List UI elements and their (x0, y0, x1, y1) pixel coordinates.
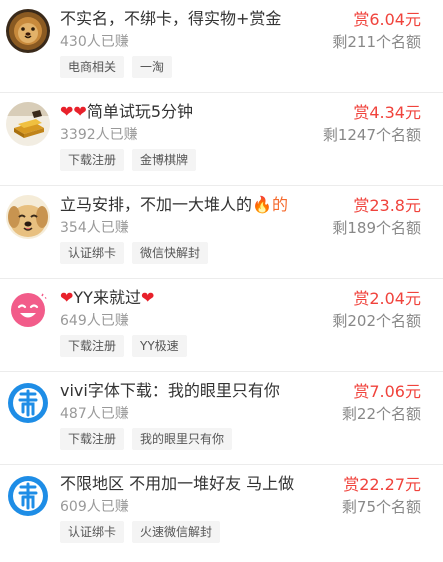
fire-icon: 🔥的 (252, 195, 288, 214)
earned-count: 430人已赚 (60, 34, 129, 50)
earned-count: 649人已赚 (60, 313, 129, 329)
task-title: ❤❤简单试玩5分钟 (60, 102, 193, 121)
earned-count: 3392人已赚 (60, 127, 138, 143)
bang-logo-avatar-icon (6, 474, 50, 518)
tag: 下载注册 (60, 428, 125, 450)
tag-list: 电商相关 一淘 (60, 56, 173, 78)
reward-amount: 赏22.27元 (343, 475, 421, 494)
remaining-slots: 剩202个名额 (332, 312, 421, 330)
heart-icon: ❤ (60, 288, 74, 307)
heart-icon: ❤❤ (60, 102, 87, 121)
tag-list: 下载注册 YY极速 (60, 335, 187, 357)
earned-count: 354人已赚 (60, 220, 129, 236)
task-title: vivi字体下载：我的眼里只有你 (60, 381, 280, 400)
bang-logo-avatar-icon (6, 381, 50, 425)
tag: 我的眼里只有你 (132, 428, 233, 450)
tag: 下载注册 (60, 149, 125, 171)
dog-avatar-icon (6, 195, 50, 239)
remaining-slots: 剩1247个名额 (322, 126, 421, 144)
tag: 认证绑卡 (60, 242, 125, 264)
task-list: 不实名，不绑卡，得实物+赏金 430人已赚 电商相关 一淘 赏6.04元 剩21… (0, 0, 443, 558)
task-title: 不限地区 不用加一堆好友 马上做 (60, 474, 295, 493)
tag: 一淘 (132, 56, 173, 78)
reward-amount: 赏23.8元 (353, 196, 421, 215)
task-item[interactable]: 不实名，不绑卡，得实物+赏金 430人已赚 电商相关 一淘 赏6.04元 剩21… (0, 0, 443, 93)
tag-list: 认证绑卡 火速微信解封 (60, 521, 221, 543)
tag: 微信快解封 (132, 242, 209, 264)
tag-list: 下载注册 我的眼里只有你 (60, 428, 233, 450)
tag: 金博棋牌 (132, 149, 197, 171)
task-title: 立马安排，不加一大堆人的🔥的 (60, 195, 288, 214)
task-item[interactable]: ❤YY来就过❤ 649人已赚 下载注册 YY极速 赏2.04元 剩202个名额 (0, 279, 443, 372)
task-item[interactable]: ❤❤简单试玩5分钟 3392人已赚 下载注册 金博棋牌 赏4.34元 剩1247… (0, 93, 443, 186)
remaining-slots: 剩211个名额 (332, 33, 421, 51)
earned-count: 609人已赚 (60, 499, 129, 515)
remaining-slots: 剩75个名额 (341, 498, 421, 516)
tag: 火速微信解封 (132, 521, 221, 543)
tag-list: 下载注册 金博棋牌 (60, 149, 197, 171)
reward-amount: 赏7.06元 (353, 382, 421, 401)
task-title: 不实名，不绑卡，得实物+赏金 (60, 9, 282, 28)
reward-amount: 赏6.04元 (353, 10, 421, 29)
reward-amount: 赏2.04元 (353, 289, 421, 308)
tag: YY极速 (132, 335, 187, 357)
pink-smiley-avatar-icon (6, 288, 50, 332)
remaining-slots: 剩189个名额 (332, 219, 421, 237)
tag-list: 认证绑卡 微信快解封 (60, 242, 209, 264)
tag: 认证绑卡 (60, 521, 125, 543)
earned-count: 487人已赚 (60, 406, 129, 422)
task-item[interactable]: 立马安排，不加一大堆人的🔥的 354人已赚 认证绑卡 微信快解封 赏23.8元 … (0, 186, 443, 279)
tag: 下载注册 (60, 335, 125, 357)
task-item[interactable]: 不限地区 不用加一堆好友 马上做 609人已赚 认证绑卡 火速微信解封 赏22.… (0, 465, 443, 558)
reward-amount: 赏4.34元 (353, 103, 421, 122)
remaining-slots: 剩22个名额 (341, 405, 421, 423)
gold-bars-avatar-icon (6, 102, 50, 146)
lion-avatar-icon (6, 9, 50, 53)
task-item[interactable]: vivi字体下载：我的眼里只有你 487人已赚 下载注册 我的眼里只有你 赏7.… (0, 372, 443, 465)
tag: 电商相关 (60, 56, 125, 78)
task-title: ❤YY来就过❤ (60, 288, 155, 307)
heart-icon: ❤ (140, 288, 155, 307)
